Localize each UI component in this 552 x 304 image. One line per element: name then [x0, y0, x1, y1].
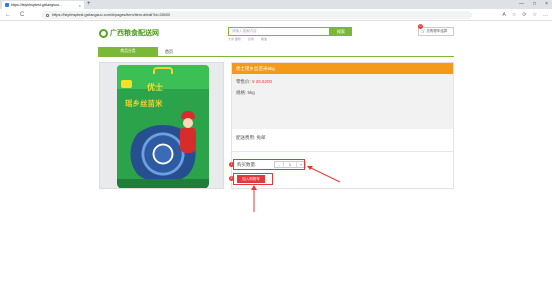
- annotation-arrows: [251, 166, 341, 212]
- arrow-to-quantity: [308, 166, 341, 183]
- arrow-head-add-cart: [251, 185, 257, 190]
